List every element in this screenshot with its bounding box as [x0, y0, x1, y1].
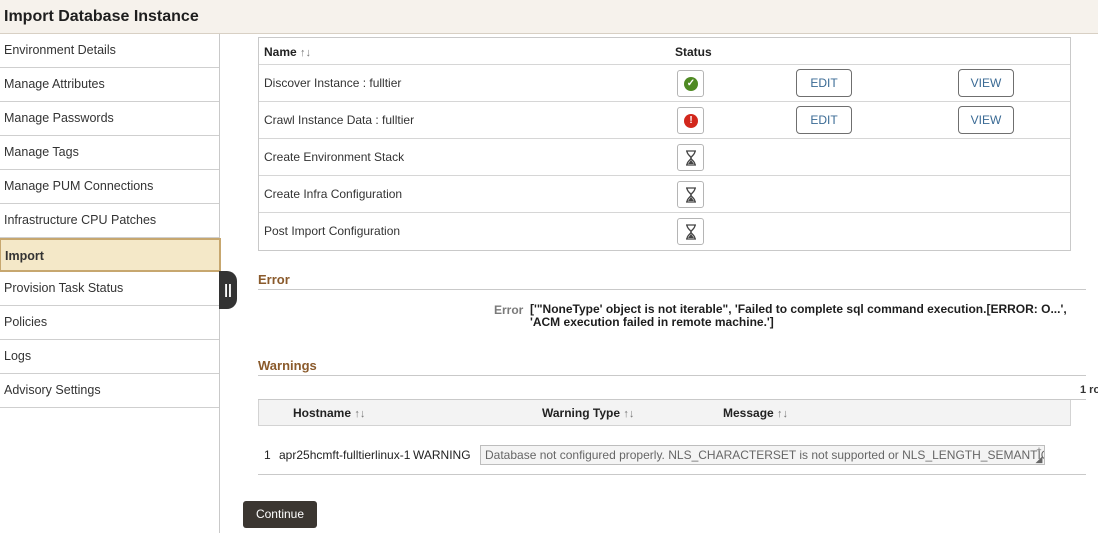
view-button[interactable]: VIEW [958, 106, 1014, 134]
expand-icon[interactable]: + ◢ [1034, 446, 1044, 464]
hourglass-icon [686, 150, 696, 166]
step-name: Post Import Configuration [264, 224, 401, 238]
sidebar: Environment Details Manage Attributes Ma… [0, 34, 221, 533]
hourglass-icon [686, 224, 696, 240]
column-header-name[interactable]: Name ↑↓ [264, 45, 311, 59]
status-indicator[interactable] [677, 144, 704, 171]
sidebar-item-infrastructure-cpu-patches[interactable]: Infrastructure CPU Patches [0, 204, 219, 238]
edit-button[interactable]: EDIT [796, 69, 852, 97]
view-button[interactable]: VIEW [958, 69, 1014, 97]
step-name: Create Environment Stack [264, 150, 405, 164]
sidebar-item-logs[interactable]: Logs [0, 340, 219, 374]
divider [258, 289, 1086, 290]
step-name: Discover Instance : fulltier [264, 76, 402, 90]
page-title: Import Database Instance [4, 8, 199, 25]
sidebar-item-import[interactable]: Import [0, 238, 221, 272]
sidebar-item-manage-tags[interactable]: Manage Tags [0, 136, 219, 170]
table-header: Name ↑↓ Status [259, 38, 1070, 65]
error-label: Error [494, 303, 524, 317]
error-message: ['"NoneType' object is not iterable", 'F… [530, 302, 1067, 329]
sort-icon[interactable]: ↑↓ [300, 47, 311, 59]
warnings-section-title: Warnings [258, 358, 317, 373]
table-row: Post Import Configuration [259, 213, 1070, 250]
sidebar-item-manage-attributes[interactable]: Manage Attributes [0, 68, 219, 102]
column-header-warning-type[interactable]: Warning Type ↑↓ [542, 406, 634, 420]
sidebar-item-provision-task-status[interactable]: Provision Task Status [0, 272, 219, 306]
hourglass-icon [686, 187, 696, 203]
table-row: Discover Instance : fulltier ✓ EDIT VIEW [259, 65, 1070, 102]
title-bar: Import Database Instance [0, 0, 1098, 34]
table-row: Create Environment Stack [259, 139, 1070, 176]
check-circle-icon: ✓ [684, 77, 698, 91]
sidebar-item-policies[interactable]: Policies [0, 306, 219, 340]
error-section-title: Error [258, 272, 290, 287]
divider [258, 375, 1086, 376]
row-count: 1 ro [1080, 384, 1098, 396]
edit-button[interactable]: EDIT [796, 106, 852, 134]
sidebar-item-manage-pum-connections[interactable]: Manage PUM Connections [0, 170, 219, 204]
status-indicator[interactable] [677, 181, 704, 208]
step-name: Create Infra Configuration [264, 187, 403, 201]
warning-message-field[interactable]: Database not configured properly. NLS_CH… [480, 445, 1045, 465]
warnings-table: Hostname ↑↓ Warning Type ↑↓ Message ↑↓ 1… [258, 399, 1086, 475]
warning-type: WARNING [413, 448, 471, 462]
exclamation-circle-icon: ! [684, 114, 698, 128]
sidebar-item-manage-passwords[interactable]: Manage Passwords [0, 102, 219, 136]
sidebar-item-advisory-settings[interactable]: Advisory Settings [0, 374, 219, 408]
status-indicator[interactable]: ✓ [677, 70, 704, 97]
table-header: Hostname ↑↓ Warning Type ↑↓ Message ↑↓ [258, 400, 1071, 426]
sidebar-item-environment-details[interactable]: Environment Details [0, 34, 219, 68]
status-indicator[interactable]: ! [677, 107, 704, 134]
row-number: 1 [264, 448, 271, 462]
status-indicator[interactable] [677, 218, 704, 245]
step-name: Crawl Instance Data : fulltier [264, 113, 415, 127]
column-header-hostname[interactable]: Hostname ↑↓ [293, 406, 365, 420]
sort-icon[interactable]: ↑↓ [623, 408, 634, 420]
column-header-message[interactable]: Message ↑↓ [723, 406, 788, 420]
table-row: Create Infra Configuration [259, 176, 1070, 213]
continue-button[interactable]: Continue [243, 501, 317, 528]
sort-icon[interactable]: ↑↓ [354, 408, 365, 420]
sidebar-collapse-handle[interactable]: || [219, 271, 237, 309]
warning-hostname: apr25hcmft-fulltierlinux-1 [279, 448, 411, 462]
table-row: Crawl Instance Data : fulltier ! EDIT VI… [259, 102, 1070, 139]
column-header-status: Status [675, 45, 712, 59]
import-steps-table: Name ↑↓ Status Discover Instance : fullt… [258, 37, 1071, 251]
sort-icon[interactable]: ↑↓ [777, 408, 788, 420]
